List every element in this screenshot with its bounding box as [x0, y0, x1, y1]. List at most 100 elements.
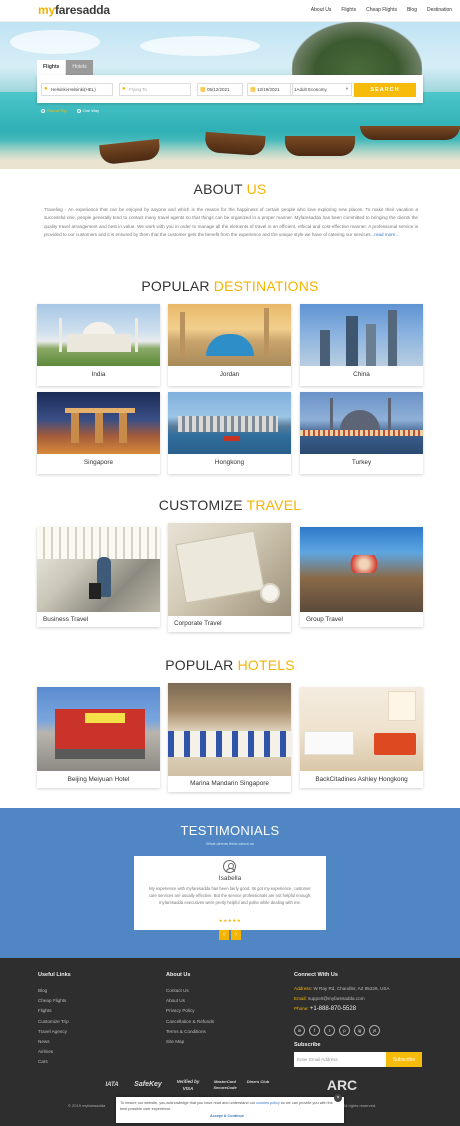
travellers-select[interactable]: 1Adult Economy ▼ — [290, 83, 352, 96]
city-lights — [300, 430, 423, 436]
pinterest-icon[interactable]: p — [339, 1025, 350, 1036]
customize-title-b: TRAVEL — [246, 497, 302, 513]
linkedin-icon[interactable]: in — [294, 1025, 305, 1036]
map — [175, 530, 265, 604]
email-row: Email: support@myfaresadda.com — [294, 994, 390, 1004]
search-tabs: Flights Hotels — [37, 60, 93, 75]
destinations-title: POPULAR DESTINATIONS — [0, 278, 460, 294]
chevron-down-icon: ▼ — [345, 86, 349, 91]
customize-image — [300, 527, 423, 612]
nav-cheap-flights[interactable]: Cheap Flights — [366, 7, 397, 13]
hotel-card-beijing[interactable]: Beijing Meiyuan Hotel — [37, 687, 160, 788]
tab-flights[interactable]: Flights — [37, 60, 66, 75]
footer-link-contact[interactable]: Contact Us — [166, 986, 214, 996]
footer-link-terms[interactable]: Terms & Conditions — [166, 1027, 214, 1037]
hotel-card-hongkong[interactable]: BackCitadines Ashley Hongkong — [300, 687, 423, 788]
footer-link-airlines[interactable]: Airlines — [38, 1047, 69, 1057]
address-value: W Ray Rd, Chandler, AZ 85226, USA — [313, 986, 390, 991]
youtube-icon[interactable]: yt — [369, 1025, 380, 1036]
boat — [360, 126, 460, 140]
one-way-radio[interactable]: One Way — [76, 108, 100, 113]
nav-flights[interactable]: Flights — [341, 7, 356, 13]
footer-link-cancellation[interactable]: Cancellation & Refunds — [166, 1017, 214, 1027]
customize-card-group[interactable]: Group Travel — [300, 527, 423, 627]
address-row: Address: W Ray Rd, Chandler, AZ 85226, U… — [294, 984, 390, 994]
destination-image — [37, 304, 160, 366]
close-icon[interactable]: × — [334, 1094, 342, 1102]
customize-title: CUSTOMIZE TRAVEL — [0, 497, 460, 513]
from-field[interactable]: ● Helsinki-Helsinki(HEL) — [41, 83, 113, 96]
coffee-cup — [260, 583, 280, 603]
footer-link-travel-agency[interactable]: Travel Agency — [38, 1027, 69, 1037]
cookie-policy-link[interactable]: cookies policy — [256, 1101, 280, 1105]
footer-link-blog[interactable]: Blog — [38, 986, 69, 996]
email-value[interactable]: support@myfaresadda.com — [308, 996, 365, 1001]
destination-card-turkey[interactable]: Turkey — [300, 392, 423, 474]
round-trip-label: Round Trip — [47, 108, 67, 113]
footer-link-cars[interactable]: Cars — [38, 1057, 69, 1067]
hotel-card-marina[interactable]: Marina Mandarin Singapore — [168, 683, 291, 792]
read-more-link[interactable]: read more... — [374, 232, 399, 237]
hotel-entrance — [55, 749, 145, 759]
next-arrow-button[interactable]: › — [231, 930, 241, 940]
site-header: myfaresadda About Us Flights Cheap Fligh… — [0, 0, 460, 22]
destination-card-hongkong[interactable]: Hongkong — [168, 392, 291, 474]
email-label: Email: — [294, 996, 307, 1002]
accept-continue-button[interactable]: Accept & Continue — [120, 1114, 334, 1120]
footer-link-about[interactable]: About Us — [166, 996, 214, 1006]
to-field[interactable]: ● Flying To — [119, 83, 191, 96]
testimonials-title: TESTIMONIALS — [180, 823, 280, 838]
arc-badge: ARC — [326, 1077, 358, 1093]
about-us-title: About Us — [166, 972, 191, 978]
destinations-title-a: POPULAR — [141, 278, 210, 294]
destination-card-singapore[interactable]: Singapore — [37, 392, 160, 474]
radio-icon — [76, 109, 81, 113]
address-label: Address: — [294, 986, 313, 991]
sofa — [374, 733, 416, 755]
tower — [366, 324, 376, 366]
footer-link-customize-trip[interactable]: Customize Trip — [38, 1017, 69, 1027]
prev-arrow-button[interactable]: ‹ — [219, 930, 229, 940]
customize-label: Business Travel — [43, 616, 89, 623]
search-button[interactable]: SEARCH — [354, 83, 416, 97]
phone-label: Phone: — [294, 1006, 309, 1012]
destination-image — [168, 392, 291, 454]
return-date-field[interactable]: ▦ 12/19/2021 — [247, 83, 293, 96]
minaret — [388, 398, 391, 432]
twitter-icon[interactable]: t — [324, 1025, 335, 1036]
tower — [71, 413, 79, 443]
testimonial-name: Isabella — [218, 875, 242, 882]
destination-card-jordan[interactable]: Jordan — [168, 304, 291, 386]
testimonials-subtitle: What clients think about us — [206, 841, 254, 846]
footer-link-sitemap[interactable]: Site Map — [166, 1037, 214, 1047]
copyright-right: All rights reserved. — [343, 1103, 377, 1108]
hotel-sign — [85, 713, 125, 723]
about-title-a: ABOUT — [193, 181, 243, 197]
customize-card-business[interactable]: Business Travel — [37, 527, 160, 627]
footer-link-cheap-flights[interactable]: Cheap Flights — [38, 996, 69, 1006]
one-way-label: One Way — [82, 108, 100, 113]
destination-card-china[interactable]: China — [300, 304, 423, 386]
phone-value[interactable]: +1-888-870-5528 — [310, 1006, 356, 1012]
footer-link-privacy[interactable]: Privacy Policy — [166, 1006, 214, 1016]
nav-destination[interactable]: Destination — [427, 7, 452, 13]
customize-title-a: CUSTOMIZE — [158, 497, 243, 513]
tab-hotels[interactable]: Hotels — [66, 60, 93, 75]
footer-link-news[interactable]: News — [38, 1037, 69, 1047]
facebook-icon[interactable]: f — [309, 1025, 320, 1036]
instagram-icon[interactable]: ig — [354, 1025, 365, 1036]
subscribe-button[interactable]: Subscribe — [386, 1052, 422, 1067]
radio-icon — [41, 109, 45, 113]
subscribe-email-input[interactable]: Enter Email Address — [294, 1052, 386, 1067]
nav-blog[interactable]: Blog — [407, 7, 417, 13]
visa-badge: Verified by VISA — [176, 1079, 200, 1091]
depart-date-field[interactable]: ▦ 05/12/2021 — [197, 83, 243, 96]
footer-link-flights[interactable]: Flights — [38, 1006, 69, 1016]
nav-about-us[interactable]: About Us — [311, 7, 332, 13]
logo[interactable]: myfaresadda — [38, 3, 110, 17]
minaret — [264, 308, 269, 356]
round-trip-radio[interactable]: Round Trip — [41, 108, 67, 113]
destination-card-india[interactable]: India — [37, 304, 160, 386]
terminal-roof — [37, 527, 160, 559]
customize-card-corporate[interactable]: Corporate Travel — [168, 523, 291, 632]
